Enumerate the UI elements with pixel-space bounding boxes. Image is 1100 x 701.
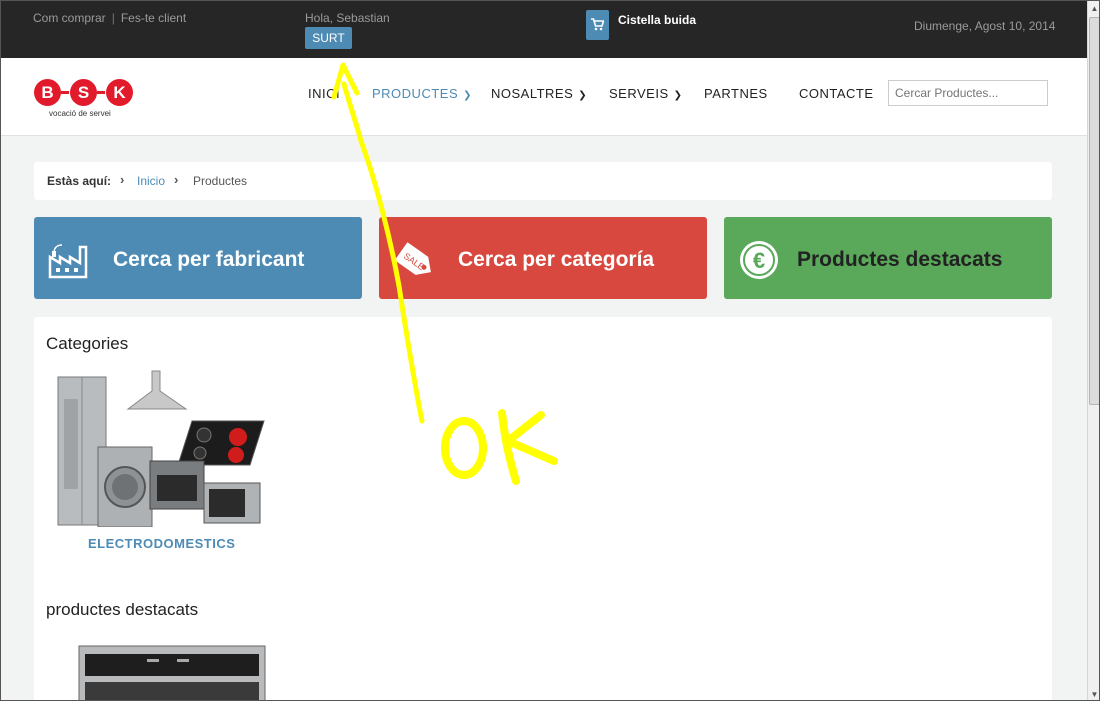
logo-dash xyxy=(97,91,105,94)
tile-featured-products[interactable]: € Productes destacats xyxy=(724,217,1052,299)
logo-dash xyxy=(61,91,69,94)
chevron-right-icon: › xyxy=(120,172,125,187)
tile-title: Productes destacats xyxy=(797,248,1003,271)
logo-letter-s: S xyxy=(70,79,97,106)
cart-icon[interactable] xyxy=(586,10,609,40)
nav-label: PRODUCTES xyxy=(372,86,459,101)
nav-label: NOSALTRES xyxy=(491,86,574,101)
tile-title: Cerca per fabricant xyxy=(113,248,305,271)
nav-label: INICI xyxy=(308,86,341,101)
products-panel: Categories ELECTRODOMESTICS productes de… xyxy=(34,317,1052,700)
cart-status[interactable]: Cistella buida xyxy=(618,13,696,27)
appliances-category-image[interactable] xyxy=(54,369,269,528)
nav-label: PARTNES xyxy=(704,86,768,101)
breadcrumb-label: Estàs aquí: xyxy=(47,174,112,188)
nav-item-contacte[interactable]: CONTACTE xyxy=(799,86,874,101)
tile-search-by-manufacturer[interactable]: Cerca per fabricant xyxy=(34,217,362,299)
bsk-logo[interactable]: B S K vocació de servei xyxy=(34,76,136,120)
nav-item-productes[interactable]: PRODUCTES ❯ xyxy=(372,86,472,101)
svg-text:€: € xyxy=(753,248,765,273)
breadcrumb-current: Productes xyxy=(193,174,248,188)
tile-search-by-category[interactable]: SALE Cerca per categoría xyxy=(379,217,707,299)
browser-window: Com comprar | Fes-te client Hola, Sebastia… xyxy=(0,0,1100,701)
link-separator: | xyxy=(111,11,115,25)
nav-label: SERVEIS xyxy=(609,86,669,101)
vertical-scrollbar[interactable]: ▲ ▼ xyxy=(1087,1,1099,700)
nav-item-serveis[interactable]: SERVEIS ❯ xyxy=(609,86,683,101)
search-input[interactable] xyxy=(888,80,1048,106)
nav-label: CONTACTE xyxy=(799,86,874,101)
breadcrumb: Estàs aquí: › Inicio › Productes xyxy=(34,162,1052,200)
sale-tag-icon: SALE xyxy=(393,239,437,288)
scroll-up-icon[interactable]: ▲ xyxy=(1088,1,1099,16)
scroll-down-icon[interactable]: ▼ xyxy=(1088,687,1099,700)
how-to-buy-link[interactable]: Com comprar xyxy=(33,11,106,25)
logo-tagline: vocació de servei xyxy=(49,109,111,118)
featured-heading: productes destacats xyxy=(46,600,199,619)
logo-letter-k: K xyxy=(106,79,133,106)
logo-letter-b: B xyxy=(34,79,61,106)
current-date: Diumenge, Agost 10, 2014 xyxy=(914,19,1056,33)
chevron-down-icon: ❯ xyxy=(578,90,588,101)
nav-item-nosaltres[interactable]: NOSALTRES ❯ xyxy=(491,86,587,101)
categories-heading: Categories xyxy=(46,334,129,353)
nav-item-inici[interactable]: INICI xyxy=(308,86,340,101)
scrollbar-thumb[interactable] xyxy=(1089,17,1099,405)
factory-icon xyxy=(48,239,90,284)
chevron-down-icon: ❯ xyxy=(673,90,683,101)
logout-button[interactable]: SURT xyxy=(305,27,352,49)
site-header: B S K vocació de servei INICI PRODUCTES ❯… xyxy=(1,58,1087,136)
breadcrumb-home-link[interactable]: Inicio xyxy=(137,174,165,188)
featured-product-image[interactable] xyxy=(77,644,267,700)
become-client-link[interactable]: Fes-te client xyxy=(121,11,186,25)
euro-icon: € xyxy=(738,239,780,286)
category-link-electrodomestics[interactable]: ELECTRODOMESTICS xyxy=(88,536,235,551)
top-links: Com comprar | Fes-te client xyxy=(33,11,186,25)
user-greeting: Hola, Sebastian xyxy=(305,11,390,25)
nav-item-partnes[interactable]: PARTNES xyxy=(704,86,768,101)
tile-title: Cerca per categoría xyxy=(458,248,655,271)
top-bar: Com comprar | Fes-te client Hola, Sebastia… xyxy=(1,1,1087,58)
chevron-down-icon: ❯ xyxy=(463,90,473,101)
chevron-right-icon: › xyxy=(174,172,179,187)
